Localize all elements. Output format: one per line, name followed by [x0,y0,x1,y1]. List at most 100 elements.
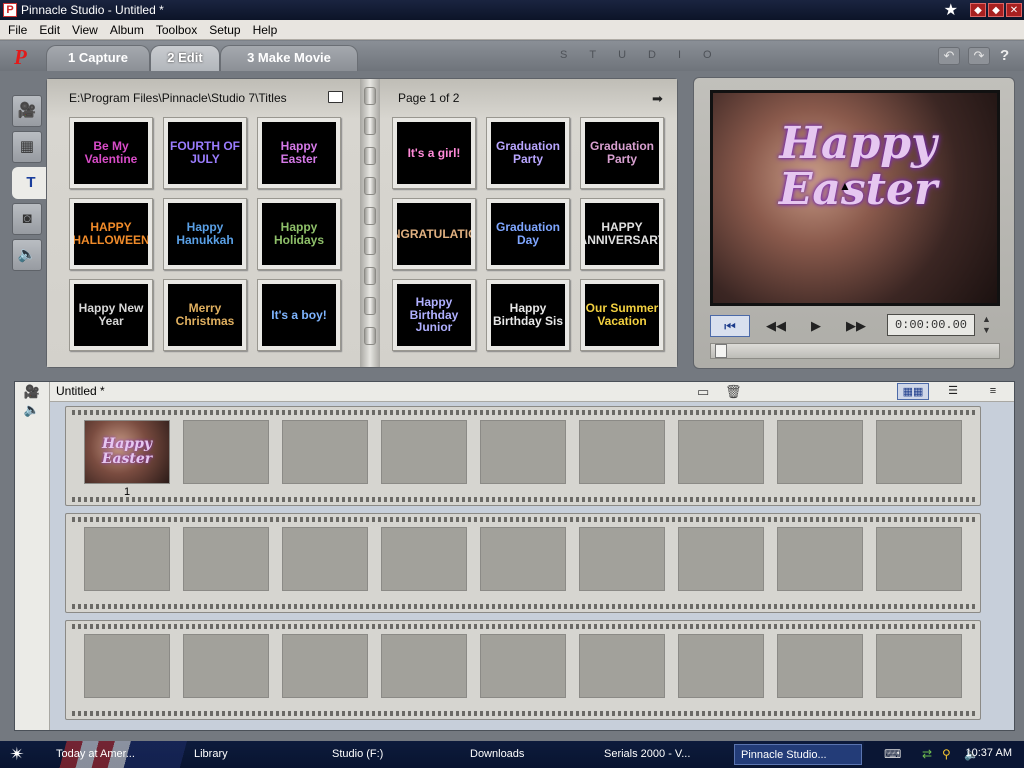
titles-tab-icon[interactable]: T [12,167,50,199]
storyboard-empty-slot[interactable] [678,634,764,698]
video-scenes-tab-icon[interactable]: 🎥 [12,95,42,127]
title-thumbnail[interactable]: Happy Easter [257,117,341,189]
folder-icon[interactable] [328,91,343,103]
title-thumbnail[interactable]: FOURTH OF JULY [163,117,247,189]
storyboard-empty-slot[interactable] [381,634,467,698]
help-button[interactable]: ? [1000,47,1009,64]
storyboard-empty-slot[interactable] [381,420,467,484]
menu-help[interactable]: Help [247,23,284,37]
tab-edit[interactable]: 2 Edit [150,45,220,71]
rewind-button[interactable]: ◀◀ [756,315,796,337]
speaker-icon[interactable]: 🔈 [15,402,49,418]
timeline-view-icon[interactable]: ☰ [937,383,969,400]
storyboard-empty-slot[interactable] [678,420,764,484]
timecode-field[interactable]: 0:00:00.00 [887,314,975,336]
menu-file[interactable]: File [2,23,33,37]
menu-album[interactable]: Album [104,23,150,37]
taskbar-item[interactable]: Library [188,744,308,765]
storyboard-tool-icon[interactable]: ▭ [697,384,709,400]
play-button[interactable]: ▶ [796,315,836,337]
storyboard-empty-slot[interactable] [579,634,665,698]
still-images-tab-icon[interactable]: ◙ [12,203,42,235]
title-thumbnail[interactable]: Merry Christmas [163,279,247,351]
storyboard-empty-slot[interactable] [183,527,269,591]
storyboard-empty-slot[interactable] [84,527,170,591]
minimize-button[interactable]: ◆ [970,3,986,17]
storyboard-empty-slot[interactable] [84,634,170,698]
title-thumbnail[interactable]: Happy Birthday Junior [392,279,476,351]
player-controls: ⏮ ◀◀ ▶ ▶▶ [710,315,876,337]
trash-icon[interactable]: 🗑 [725,384,742,400]
storyboard-empty-slot[interactable] [480,527,566,591]
storyboard-empty-slot[interactable] [282,634,368,698]
start-icon[interactable]: ✴ [0,741,34,768]
title-thumbnail[interactable]: Our Summer Vacation [580,279,664,351]
storyboard-empty-slot[interactable] [678,527,764,591]
search-icon[interactable]: ⚲ [942,747,951,761]
storyboard-empty-slot[interactable] [777,420,863,484]
storyboard-empty-slot[interactable] [579,420,665,484]
preview-title-overlay: Happy Easter [778,118,938,216]
storyboard-empty-slot[interactable] [480,634,566,698]
tab-capture[interactable]: 1 Capture [46,45,150,71]
title-bar: P Pinnacle Studio - Untitled * ★ ◆ ◆ ✕ [0,0,1024,20]
storyboard-empty-slot[interactable] [282,420,368,484]
title-thumbnail[interactable]: CONGRATULATIONS [392,198,476,270]
scrubber-handle[interactable] [715,344,727,358]
title-thumbnail[interactable]: Graduation Party [486,117,570,189]
undo-button[interactable]: ↶ [938,47,960,65]
menu-edit[interactable]: Edit [33,23,66,37]
title-thumbnail[interactable]: HAPPY ANNIVERSARY [580,198,664,270]
close-button[interactable]: ✕ [1006,3,1022,17]
title-thumbnail[interactable]: Graduation Party [580,117,664,189]
storyboard-empty-slot[interactable] [183,420,269,484]
sound-effects-tab-icon[interactable]: 🔈 [12,239,42,271]
menu-view[interactable]: View [66,23,104,37]
storyboard-empty-slot[interactable] [381,527,467,591]
storyboard-empty-slot[interactable] [777,527,863,591]
title-thumbnail[interactable]: Happy Holidays [257,198,341,270]
network-icon[interactable]: ⇄ [922,747,932,761]
taskbar-item[interactable]: Downloads [464,744,584,765]
title-thumbnail[interactable]: Be My Valentine [69,117,153,189]
storyboard-view-icon[interactable]: ▦▦ [897,383,929,400]
next-page-icon[interactable]: ➡ [652,91,663,107]
title-thumbnail[interactable]: HAPPY HALLOWEEN [69,198,153,270]
menu-setup[interactable]: Setup [203,23,246,37]
camera-icon[interactable]: 🎥 [15,384,49,400]
title-thumbnail[interactable]: It's a girl! [392,117,476,189]
storyboard-clip[interactable]: Happy Easter [84,420,170,484]
taskbar-item[interactable]: Serials 2000 - V... [598,744,722,765]
title-thumbnail-text: Happy Birthday Junior [397,284,471,346]
storyboard-empty-slot[interactable] [876,420,962,484]
timecode-spinner[interactable]: ▲ ▼ [982,314,991,336]
taskbar-item[interactable]: Today at Amer... [50,744,170,765]
keyboard-icon[interactable]: ⌨ [884,747,901,761]
tab-make-movie[interactable]: 3 Make Movie [220,45,358,71]
storyboard-empty-slot[interactable] [579,527,665,591]
title-thumbnail-text: Graduation Party [585,122,659,184]
storyboard-empty-slot[interactable] [876,634,962,698]
maximize-button[interactable]: ◆ [988,3,1004,17]
taskbar-item[interactable]: Pinnacle Studio... [734,744,862,765]
title-thumbnail[interactable]: Happy Birthday Sis [486,279,570,351]
storyboard-empty-slot[interactable] [876,527,962,591]
go-to-start-button[interactable]: ⏮ [710,315,750,337]
text-view-icon[interactable]: ≡ [977,383,1009,400]
transitions-tab-icon[interactable]: ▦ [12,131,42,163]
storyboard-empty-slot[interactable] [282,527,368,591]
fast-forward-button[interactable]: ▶▶ [836,315,876,337]
menu-toolbox[interactable]: Toolbox [150,23,203,37]
title-thumbnail-text: It's a girl! [397,122,471,184]
storyboard-empty-slot[interactable] [777,634,863,698]
title-thumbnail[interactable]: Graduation Day [486,198,570,270]
app-icon: P [3,3,17,17]
storyboard-empty-slot[interactable] [480,420,566,484]
title-thumbnail[interactable]: Happy Hanukkah [163,198,247,270]
title-thumbnail[interactable]: It's a boy! [257,279,341,351]
title-thumbnail[interactable]: Happy New Year [69,279,153,351]
taskbar-item[interactable]: Studio (F:) [326,744,446,765]
storyboard-empty-slot[interactable] [183,634,269,698]
scrubber-bar[interactable] [710,343,1000,359]
redo-button[interactable]: ↷ [968,47,990,65]
